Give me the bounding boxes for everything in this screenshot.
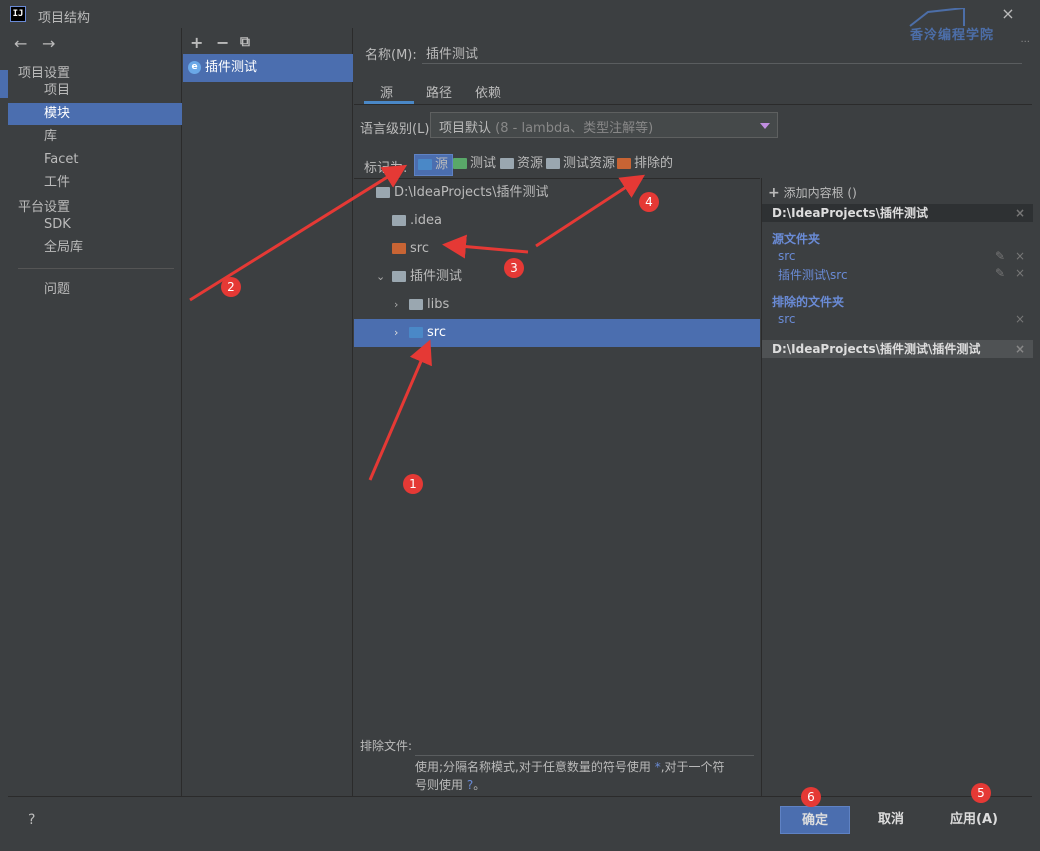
annotation-badge-2: 2 xyxy=(221,277,241,297)
annotation-arrow-4 xyxy=(535,174,646,248)
annotation-arrow-3 xyxy=(442,234,529,259)
annotation-badge-5: 5 xyxy=(971,783,991,803)
annotation-arrow-2 xyxy=(189,164,408,302)
annotation-badge-6: 6 xyxy=(801,787,821,807)
annotation-badge-4: 4 xyxy=(639,192,659,212)
annotation-arrows xyxy=(189,164,646,481)
annotation-badge-3: 3 xyxy=(504,258,524,278)
annotation-badge-1: 1 xyxy=(403,474,423,494)
annotation-arrow-1 xyxy=(368,339,432,481)
